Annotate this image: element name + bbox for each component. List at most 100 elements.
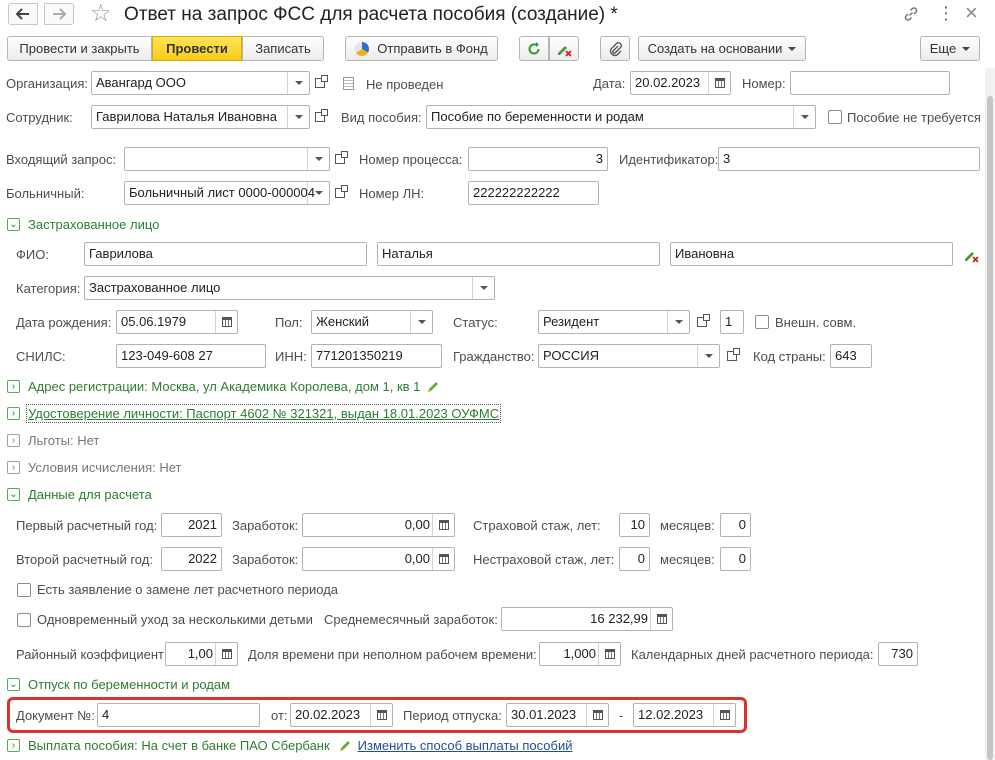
year1-field[interactable]: 2021 <box>161 513 222 537</box>
multi-child-checkbox[interactable] <box>17 613 31 627</box>
write-button[interactable]: Записать <box>242 36 324 61</box>
parttime-share-field[interactable]: 1,000 <box>539 642 621 666</box>
org-open-button[interactable] <box>311 71 329 95</box>
ln-number-field[interactable]: 222222222222 <box>468 181 599 205</box>
doc-date-field[interactable]: 20.02.2023 <box>290 703 393 727</box>
calendar-icon <box>714 78 725 88</box>
calc-data-section-title: Данные для расчета <box>28 487 152 502</box>
status-field[interactable]: Резидент <box>538 310 690 334</box>
payment-section-toggle[interactable]: › Выплата пособия: На счет в банке ПАО Сб… <box>7 738 572 753</box>
calc-data-section-toggle[interactable]: ⌄ Данные для расчета <box>7 487 152 502</box>
insurance-months-field[interactable]: 0 <box>720 513 751 537</box>
process-number-field[interactable]: 3 <box>468 147 608 171</box>
create-based-on-button[interactable]: Создать на основании <box>638 36 806 61</box>
period-start-field[interactable]: 30.01.2023 <box>506 703 609 727</box>
calendar-button[interactable] <box>586 704 608 726</box>
snils-field[interactable]: 123-049-608 27 <box>116 344 266 368</box>
earnings1-field[interactable]: 0,00 <box>302 513 455 537</box>
sick-leave-open-button[interactable] <box>331 181 349 205</box>
calendar-button[interactable] <box>215 311 237 333</box>
earnings2-field[interactable]: 0,00 <box>302 547 455 571</box>
post-button[interactable]: Провести <box>152 36 242 61</box>
identity-section-toggle[interactable]: › Удостоверение личности: Паспорт 4602 № … <box>7 404 502 423</box>
number-field[interactable] <box>790 71 950 95</box>
send-to-fund-button[interactable]: Отправить в Фонд <box>345 36 498 61</box>
maternity-section-toggle[interactable]: ⌄ Отпуск по беременности и родам <box>7 677 230 692</box>
calculator-button[interactable] <box>650 608 672 630</box>
birth-date-field[interactable]: 05.06.1979 <box>116 310 238 334</box>
benefits-section-toggle[interactable]: › Льготы: Нет <box>7 433 99 448</box>
insurance-years-field[interactable]: 10 <box>619 513 650 537</box>
benefit-type-field[interactable]: Пособие по беременности и родам <box>426 105 816 129</box>
status-open-button[interactable] <box>693 310 711 334</box>
edit-clear-icon[interactable] <box>963 247 979 266</box>
clear-button[interactable] <box>549 36 579 61</box>
no-benefit-checkbox[interactable] <box>828 110 842 124</box>
period-end-field[interactable]: 12.02.2023 <box>633 703 736 727</box>
first-name-field[interactable]: Наталья <box>377 242 660 266</box>
address-section-toggle[interactable]: › Адрес регистрации: Москва, ул Академика… <box>7 379 440 394</box>
link-icon[interactable] <box>903 6 919 25</box>
calculator-button[interactable] <box>215 643 237 665</box>
dropdown-icon[interactable] <box>307 182 329 204</box>
status-code-field[interactable]: 1 <box>720 310 744 334</box>
country-code-field[interactable]: 643 <box>830 344 872 368</box>
calendar-button[interactable] <box>708 72 730 94</box>
noninsurance-years-field[interactable]: 0 <box>619 547 650 571</box>
insured-section-toggle[interactable]: ⌄ Застрахованное лицо <box>7 217 159 232</box>
sex-field[interactable]: Женский <box>311 310 433 334</box>
org-field[interactable]: Авангард ООО <box>91 71 310 95</box>
sick-leave-field[interactable]: Больничный лист 0000-000004 <box>124 181 330 205</box>
pencil-icon[interactable] <box>426 380 440 394</box>
last-name-field[interactable]: Гаврилова <box>84 242 367 266</box>
employee-open-button[interactable] <box>311 105 329 129</box>
incoming-open-button[interactable] <box>331 147 349 171</box>
sex-value: Женский <box>316 314 369 329</box>
back-button[interactable] <box>8 3 38 25</box>
forward-button[interactable] <box>44 3 74 25</box>
conditions-section-toggle[interactable]: › Условия исчисления: Нет <box>7 460 181 475</box>
inn-field[interactable]: 771201350219 <box>311 344 442 368</box>
refresh-button[interactable] <box>519 36 549 61</box>
avg-earnings-field[interactable]: 16 232,99 <box>501 607 673 631</box>
dropdown-icon[interactable] <box>287 72 309 94</box>
dropdown-icon[interactable] <box>287 106 309 128</box>
dropdown-icon[interactable] <box>793 106 815 128</box>
dropdown-icon[interactable] <box>697 345 719 367</box>
employee-field[interactable]: Гаврилова Наталья Ивановна <box>91 105 310 129</box>
favorite-star-icon[interactable]: ☆ <box>90 1 112 27</box>
year2-field[interactable]: 2022 <box>161 547 222 571</box>
district-coef-field[interactable]: 1,00 <box>165 642 238 666</box>
calculator-button[interactable] <box>598 643 620 665</box>
close-icon[interactable]: × <box>965 0 978 26</box>
calendar-button[interactable] <box>370 704 392 726</box>
document-number-field[interactable]: 4 <box>97 703 260 727</box>
middle-name-field[interactable]: Ивановна <box>670 242 953 266</box>
attach-button[interactable] <box>600 36 630 61</box>
post-and-close-button[interactable]: Провести и закрыть <box>7 36 152 61</box>
calendar-button[interactable] <box>713 704 735 726</box>
noninsurance-months-field[interactable]: 0 <box>720 547 751 571</box>
external-parttime-checkbox[interactable] <box>755 315 769 329</box>
incoming-request-field[interactable] <box>124 147 330 171</box>
calculator-button[interactable] <box>432 514 454 536</box>
change-payment-link[interactable]: Изменить способ выплаты пособий <box>358 738 573 753</box>
scrollbar-thumb[interactable] <box>987 96 993 760</box>
dropdown-icon[interactable] <box>410 311 432 333</box>
identifier-field[interactable]: 3 <box>718 147 980 171</box>
dropdown-icon[interactable] <box>472 277 494 299</box>
calendar-days-field[interactable]: 730 <box>878 642 918 666</box>
more-button[interactable]: Еще <box>920 36 980 61</box>
pencil-icon[interactable] <box>338 739 352 753</box>
replace-years-checkbox[interactable] <box>17 583 31 597</box>
citizenship-open-button[interactable] <box>723 344 741 368</box>
more-vert-icon[interactable]: ⋮ <box>937 3 955 24</box>
calculator-button[interactable] <box>432 548 454 570</box>
chevron-down-icon: ⌄ <box>7 678 20 691</box>
citizenship-field[interactable]: РОССИЯ <box>538 344 720 368</box>
category-field[interactable]: Застрахованное лицо <box>84 276 495 300</box>
date-field[interactable]: 20.02.2023 <box>630 71 731 95</box>
scrollbar-track[interactable] <box>985 68 995 760</box>
dropdown-icon[interactable] <box>667 311 689 333</box>
dropdown-icon[interactable] <box>307 148 329 170</box>
